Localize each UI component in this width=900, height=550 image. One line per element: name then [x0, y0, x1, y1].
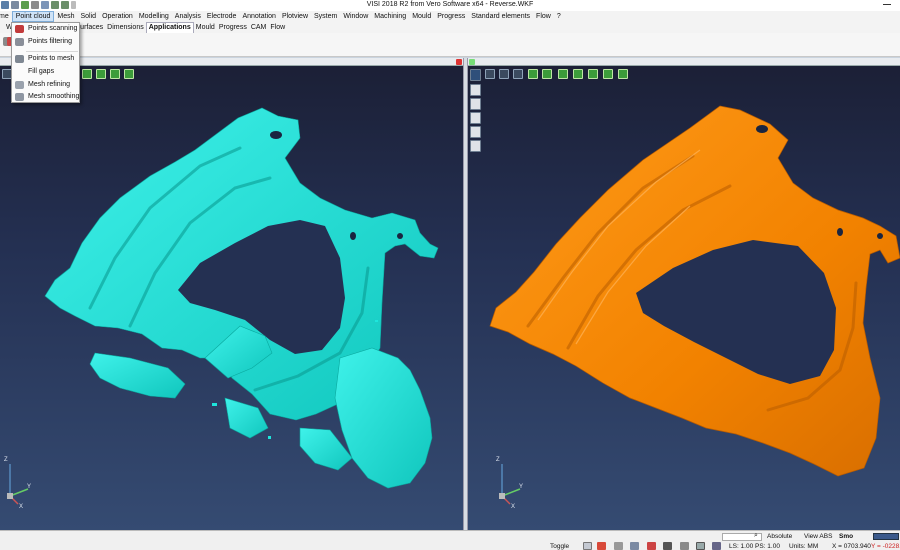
menu-item-point-cloud[interactable]: Point cloud	[11, 11, 55, 22]
menu-item-modelling[interactable]: Modelling	[136, 11, 172, 22]
ribbon-tabs: Wi urfaces Dimensions Applications Mould…	[0, 22, 900, 33]
menu-item-label: Points filtering	[28, 38, 72, 45]
tab-progress[interactable]: Progress	[217, 22, 249, 33]
menu-item-label: Fill gaps	[28, 68, 55, 75]
shield-icon[interactable]	[663, 542, 672, 550]
window-title: VISI 2018 R2 from Vero Software x64 - Re…	[366, 1, 534, 8]
snap-icon[interactable]	[597, 542, 606, 550]
search-icon[interactable]: ⌕	[754, 532, 758, 540]
menu-item-flow[interactable]: Flow	[533, 11, 554, 22]
menu-item-operation[interactable]: Operation	[99, 11, 136, 22]
layer-icon[interactable]	[630, 542, 639, 550]
smooth-toggle[interactable]: Smo	[839, 533, 853, 540]
ortho-icon[interactable]	[614, 542, 623, 550]
x-coordinate: X = 0703.940	[832, 543, 871, 550]
axis-z-label: Z	[4, 457, 8, 463]
tab-cam[interactable]: CAM	[249, 22, 269, 33]
grid-icon[interactable]	[583, 542, 592, 550]
menu-points-to-mesh[interactable]: Points to mesh	[12, 53, 79, 65]
grid-snap-icon[interactable]	[696, 542, 705, 550]
tab-surfaces[interactable]: urfaces	[78, 22, 105, 33]
menu-item-electrode[interactable]: Electrode	[204, 11, 240, 22]
menu-item-window[interactable]: Window	[340, 11, 371, 22]
menu-item-mould[interactable]: Mould	[409, 11, 434, 22]
left-viewport[interactable]: Z Y X	[0, 58, 463, 530]
vehicle-icon[interactable]	[647, 542, 656, 550]
menu-points-scanning[interactable]: Points scanning	[12, 23, 79, 35]
scale-readout: LS: 1.00 PS: 1.00	[729, 543, 780, 550]
menu-points-filtering[interactable]: Points filtering	[12, 36, 79, 48]
minimize-button[interactable]	[883, 4, 891, 5]
axis-z-label: Z	[496, 457, 500, 463]
menu-fill-gaps[interactable]: Fill gaps	[12, 66, 79, 78]
app-window: VISI 2018 R2 from Vero Software x64 - Re…	[0, 0, 900, 550]
points-scanning-icon	[15, 25, 24, 33]
axis-y-label: Y	[27, 484, 32, 490]
menu-mesh-smoothing[interactable]: Mesh smoothing	[12, 91, 79, 103]
menu-item-standard-elements[interactable]: Standard elements	[468, 11, 533, 22]
tab-applications[interactable]: Applications	[145, 22, 194, 33]
y-coordinate: Y = -0228.	[871, 543, 900, 550]
points-filtering-icon	[15, 38, 24, 46]
menu-separator	[26, 51, 78, 52]
mesh-refining-icon	[15, 81, 24, 89]
view-abs-toggle[interactable]: View ABS	[804, 533, 832, 540]
scanned-point-cloud-model	[44, 107, 439, 489]
ribbon-body	[0, 33, 900, 57]
menu-item-solid[interactable]: Solid	[78, 11, 100, 22]
menu-item-progress[interactable]: Progress	[434, 11, 468, 22]
menu-mesh-refining[interactable]: Mesh refining	[12, 79, 79, 91]
layer-color-indicator[interactable]	[873, 533, 899, 540]
menu-item-label: Points scanning	[28, 25, 78, 32]
mesh-smoothing-icon	[15, 93, 24, 101]
smoothed-mesh-model	[489, 105, 900, 477]
axis-y-label: Y	[519, 484, 524, 490]
axis-x-label: X	[511, 504, 516, 510]
point-cloud-dropdown-menu: Points scanning Points filtering Points …	[11, 22, 80, 103]
menu-item-partial[interactable]: me	[0, 11, 12, 22]
tab-flow[interactable]: Flow	[268, 22, 287, 33]
menu-item-help[interactable]: ?	[554, 11, 564, 22]
status-bar: ⌕ Absolute View ABS Smo Toggle LS: 1.00 …	[0, 530, 900, 550]
battery-icon[interactable]	[680, 542, 689, 550]
toggle-label[interactable]: Toggle	[550, 543, 569, 550]
absolute-toggle[interactable]: Absolute	[767, 533, 792, 540]
menu-item-label: Points to mesh	[28, 55, 75, 62]
menu-item-label: Mesh refining	[28, 81, 71, 88]
right-viewport[interactable]: Z Y X	[468, 58, 900, 530]
menu-item-mesh[interactable]: Mesh	[54, 11, 77, 22]
menu-item-plotview[interactable]: Plotview	[279, 11, 311, 22]
menu-item-system[interactable]: System	[311, 11, 340, 22]
units-readout: Units: MM	[789, 543, 819, 550]
title-bar: VISI 2018 R2 from Vero Software x64 - Re…	[0, 0, 900, 11]
axis-x-label: X	[19, 504, 24, 510]
menu-bar: me Point cloud Mesh Solid Operation Mode…	[0, 11, 900, 22]
tab-dimensions[interactable]: Dimensions	[105, 22, 146, 33]
menu-item-analysis[interactable]: Analysis	[172, 11, 204, 22]
menu-item-label: Mesh smoothing	[28, 93, 80, 100]
points-to-mesh-icon	[15, 55, 24, 63]
workplane-icon[interactable]	[712, 542, 721, 550]
menu-item-annotation[interactable]: Annotation	[239, 11, 278, 22]
menu-item-machining[interactable]: Machining	[371, 11, 409, 22]
tab-mould[interactable]: Mould	[194, 22, 217, 33]
